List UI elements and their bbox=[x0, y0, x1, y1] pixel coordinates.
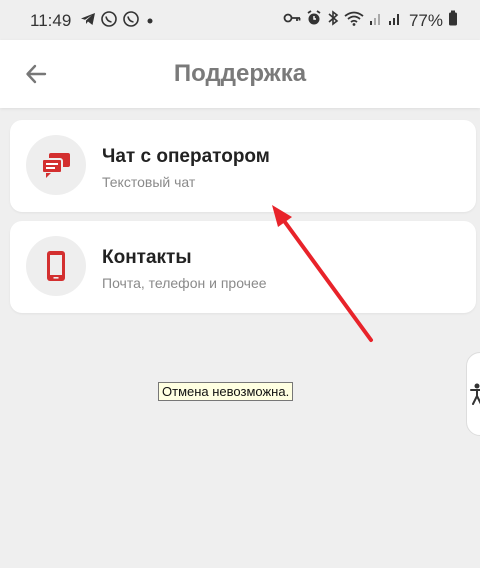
alarm-icon bbox=[306, 10, 322, 31]
status-time: 11:49 bbox=[30, 11, 72, 30]
viber-icon bbox=[100, 10, 118, 33]
signal-icon bbox=[388, 10, 402, 31]
telegram-icon bbox=[80, 11, 96, 32]
tooltip: Отмена невозможна. bbox=[158, 382, 294, 401]
status-bar: 11:49 77% bbox=[0, 0, 480, 40]
key-icon bbox=[283, 11, 301, 30]
status-right-icons: 77% bbox=[283, 10, 458, 31]
bluetooth-icon bbox=[327, 10, 339, 31]
battery-percent: 77% bbox=[408, 10, 443, 30]
chat-icon-circle bbox=[26, 135, 86, 195]
chat-bubbles-icon bbox=[41, 153, 70, 178]
contacts-card-title: Контакты bbox=[102, 247, 192, 268]
contacts-card[interactable]: Контакты Почта, телефон и прочее bbox=[10, 221, 476, 313]
accessibility-side-button[interactable] bbox=[466, 352, 480, 436]
page-title: Поддержка bbox=[173, 60, 307, 87]
contacts-card-subtitle: Почта, телефон и прочее bbox=[102, 275, 267, 291]
viber-icon bbox=[122, 10, 140, 33]
wifi-icon bbox=[344, 10, 364, 31]
app-bar: Поддержка bbox=[0, 40, 480, 108]
chat-with-operator-card[interactable]: Чат с оператором Текстовый чат bbox=[10, 120, 476, 212]
chat-card-subtitle: Текстовый чат bbox=[102, 174, 196, 190]
battery-icon bbox=[448, 10, 458, 31]
accessibility-icon bbox=[470, 383, 480, 405]
phone-icon bbox=[47, 251, 65, 281]
phone-icon-circle bbox=[26, 236, 86, 296]
chat-card-title: Чат с оператором bbox=[102, 146, 270, 167]
dot-icon bbox=[144, 13, 156, 31]
signal-icon bbox=[369, 10, 383, 31]
status-left-icons bbox=[80, 10, 156, 33]
